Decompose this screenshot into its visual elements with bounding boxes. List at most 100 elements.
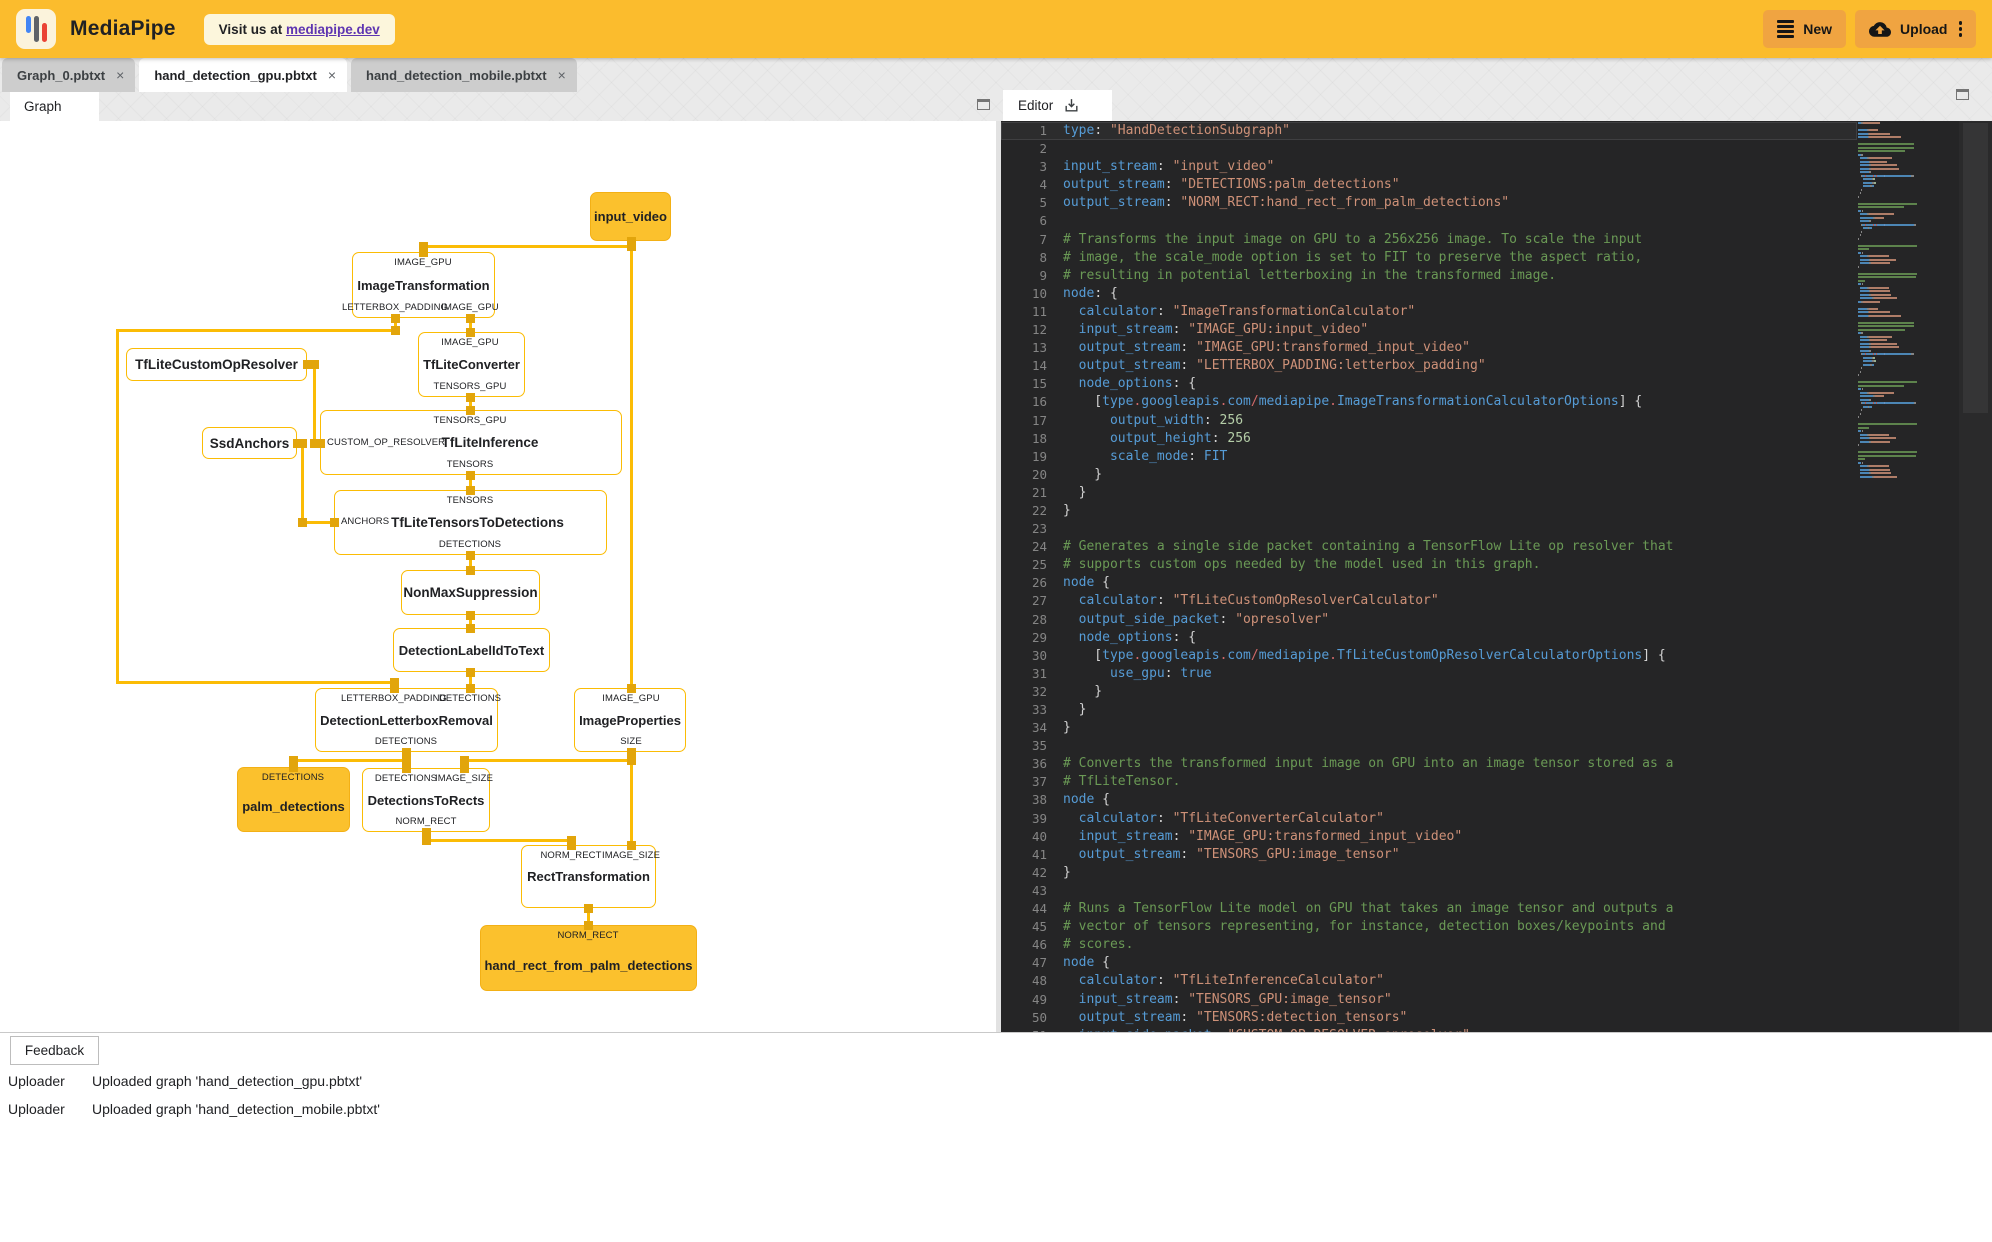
minimap-line xyxy=(1859,339,1869,342)
minimap-line xyxy=(1859,167,1870,170)
code-token: true xyxy=(1180,665,1212,681)
code-token: # Transforms the input image on GPU to a… xyxy=(1063,231,1643,247)
code-token: output_stream xyxy=(1078,358,1181,374)
line-number: 12 xyxy=(1031,322,1047,338)
download-icon[interactable] xyxy=(1063,97,1080,114)
tab-close-icon[interactable]: × xyxy=(558,67,566,83)
port xyxy=(583,903,593,913)
graph-node-detection_label_id_to_text[interactable]: DetectionLabelIdToText xyxy=(393,628,550,672)
editor-minimap[interactable] xyxy=(1858,122,1958,1031)
minimap-line xyxy=(1865,402,1873,405)
port xyxy=(465,550,475,560)
minimap-line xyxy=(1861,367,1862,370)
minimap-line xyxy=(1870,468,1890,471)
code-token: "IMAGE_GPU:input_video" xyxy=(1188,322,1369,338)
minimap-line xyxy=(1869,227,1873,230)
minimap-line xyxy=(1858,244,1917,247)
expand-graph-icon[interactable] xyxy=(977,99,990,110)
line-number: 39 xyxy=(1031,810,1047,826)
line-number: 44 xyxy=(1031,901,1047,917)
port-label: LETTERBOX_PADDING xyxy=(341,302,449,313)
minimap-line xyxy=(1870,339,1888,342)
code-line: } xyxy=(1063,701,1853,719)
cloud-upload-icon xyxy=(1869,21,1892,37)
code-token: . xyxy=(1329,647,1337,663)
tab-close-icon[interactable]: × xyxy=(328,67,336,83)
graph-node-input_video[interactable]: input_video xyxy=(590,192,671,241)
file-tab-hand_detection_gpu.pbtxt[interactable]: hand_detection_gpu.pbtxt × xyxy=(139,58,347,92)
line-number: 41 xyxy=(1031,846,1047,862)
code-token: com xyxy=(1227,394,1251,410)
tab-graph[interactable]: Graph xyxy=(10,92,99,121)
minimap-line xyxy=(1858,451,1917,454)
line-number: 43 xyxy=(1031,882,1047,898)
minimap-line xyxy=(1858,454,1916,457)
minimap-line xyxy=(1873,181,1876,184)
tab-feedback[interactable]: Feedback xyxy=(10,1036,99,1065)
code-line: # TfLiteTensor. xyxy=(1063,773,1853,791)
code-token: 256 xyxy=(1219,412,1244,428)
code-content[interactable]: type: "HandDetectionSubgraph" input_strea… xyxy=(1063,122,1853,1032)
upload-more-options-icon[interactable] xyxy=(1958,21,1962,37)
code-token: use_gpu xyxy=(1109,665,1165,681)
feedback-panel: Feedback Uploader Uploaded graph 'hand_de… xyxy=(0,1032,1992,1242)
line-number: 28 xyxy=(1031,611,1047,627)
code-line: output_width: 256 xyxy=(1063,412,1853,430)
upload-button[interactable]: Upload xyxy=(1855,10,1976,48)
minimap-line xyxy=(1869,405,1873,408)
port-label: ANCHORS xyxy=(341,516,390,527)
graph-canvas[interactable]: input_video ImageTransformation IMAGE_GPU L… xyxy=(0,121,996,1032)
code-token: calculator xyxy=(1078,303,1157,319)
new-graph-button[interactable]: New xyxy=(1763,10,1847,48)
port-label: DETECTIONS xyxy=(374,773,438,784)
minimap-line xyxy=(1858,430,1861,433)
edge-junction xyxy=(566,835,576,845)
minimap-line xyxy=(1868,157,1892,160)
minimap-line xyxy=(1862,300,1880,303)
code-token: node xyxy=(1063,792,1095,808)
code-token: : xyxy=(1211,430,1228,446)
code-token: type xyxy=(1063,123,1095,138)
graph-node-tflite_custom_op_resolver[interactable]: TfLiteCustomOpResolver xyxy=(126,348,307,381)
file-tab-hand_detection_mobile.pbtxt[interactable]: hand_detection_mobile.pbtxt × xyxy=(351,58,577,92)
code-token: TfLiteCustomOpResolverCalculatorOptions xyxy=(1336,647,1643,663)
code-token: 256 xyxy=(1227,430,1251,446)
code-token: : xyxy=(1203,412,1220,428)
file-tab-label: Graph_0.pbtxt xyxy=(17,67,106,83)
minimap-line xyxy=(1876,353,1884,356)
mediapipe-logo-icon xyxy=(16,9,56,49)
scrollbar-thumb[interactable] xyxy=(1963,123,1988,413)
file-tab-Graph_0.pbtxt[interactable]: Graph_0.pbtxt × xyxy=(2,58,136,92)
port-label: LETTERBOX_PADDING xyxy=(340,693,448,704)
graph-node-ssd_anchors[interactable]: SsdAnchors xyxy=(202,427,297,459)
code-token: node_options xyxy=(1078,376,1173,392)
line-number: 17 xyxy=(1031,412,1047,428)
port xyxy=(390,313,400,323)
line-number: 29 xyxy=(1031,629,1047,645)
graph-node-non_max_suppression[interactable]: NonMaxSuppression xyxy=(401,570,540,615)
code-token: / xyxy=(1250,394,1259,410)
editor-scrollbar[interactable] xyxy=(1959,121,1992,1032)
minimap-line xyxy=(1862,178,1872,181)
line-number: 23 xyxy=(1031,521,1047,537)
code-token: output_stream xyxy=(1078,846,1181,862)
code-token: } xyxy=(1063,720,1071,736)
code-token: : xyxy=(1180,358,1197,374)
code-line: } xyxy=(1063,683,1853,701)
minimap-line xyxy=(1871,185,1874,188)
code-line: # Converts the transformed input image o… xyxy=(1063,755,1853,773)
minimap-line xyxy=(1865,353,1873,356)
expand-editor-icon[interactable] xyxy=(1956,89,1969,100)
code-editor[interactable]: 1 2 3 4 5 6 7 8 9 10 11 12 13 14 15 16 17 18 19 20 21 22 23 24 2… xyxy=(1001,121,1992,1032)
edge-junction xyxy=(390,325,400,335)
tab-editor[interactable]: Editor xyxy=(1003,90,1112,121)
line-number: 15 xyxy=(1031,376,1047,392)
mediapipe-dev-link[interactable]: mediapipe.dev xyxy=(286,22,380,37)
minimap-line xyxy=(1862,122,1880,125)
minimap-line xyxy=(1913,223,1916,226)
tab-close-icon[interactable]: × xyxy=(116,67,124,83)
code-token: ] { xyxy=(1642,647,1666,663)
minimap-line xyxy=(1859,164,1870,167)
